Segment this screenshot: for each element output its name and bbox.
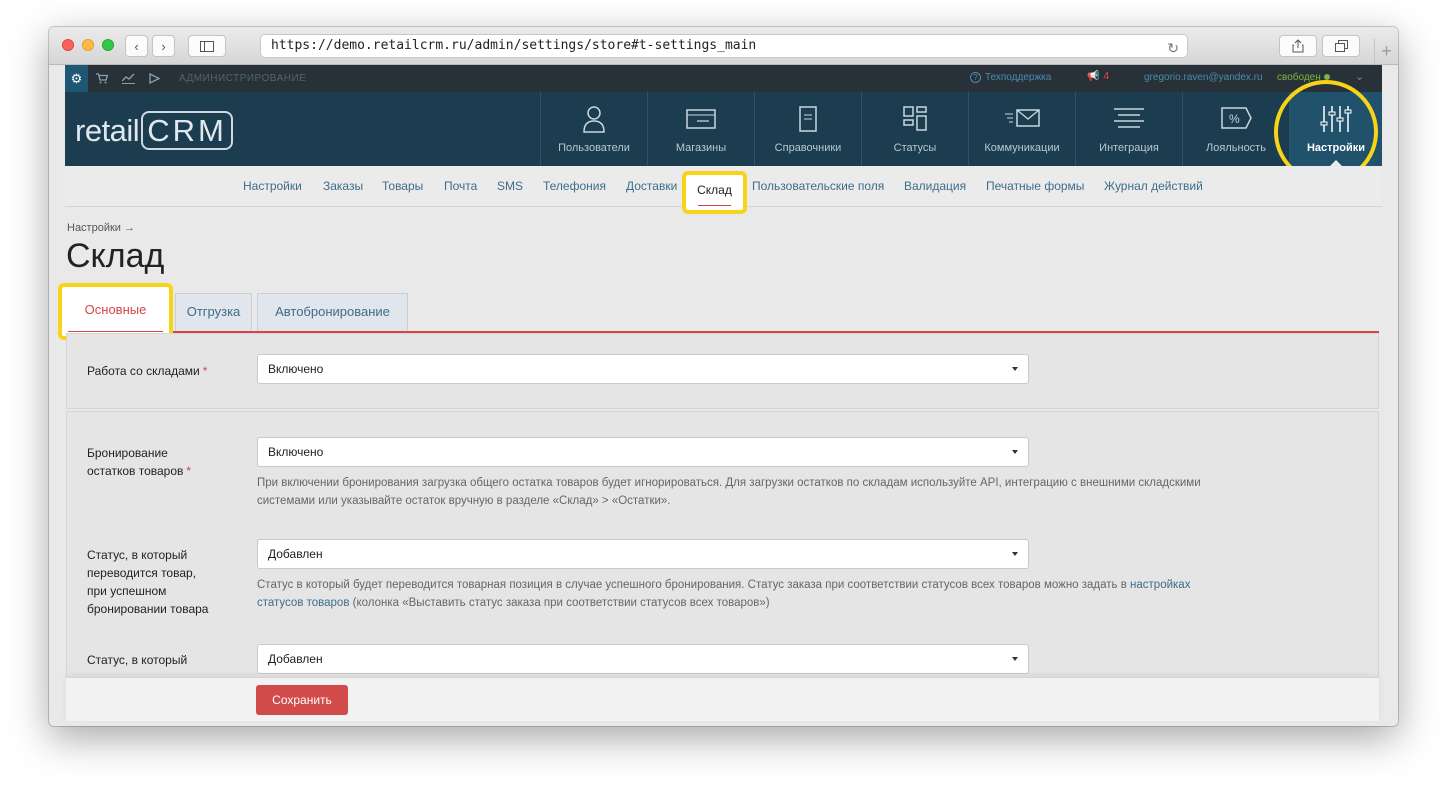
- megaphone-icon: 📢: [1087, 71, 1100, 82]
- browser-window: ‹ › https://demo.retailcrm.ru/admin/sett…: [49, 27, 1398, 726]
- play-icon[interactable]: [142, 65, 166, 92]
- unreserved-status-select[interactable]: Добавлен: [257, 644, 1029, 674]
- nav-references[interactable]: Справочники: [754, 92, 861, 166]
- caret-down-icon: [1012, 367, 1018, 371]
- zoom-window-button[interactable]: [102, 39, 114, 51]
- nav-settings[interactable]: Настройки: [1289, 92, 1382, 166]
- nav-loyalty[interactable]: % Лояльность: [1182, 92, 1289, 166]
- warehouse-work-select[interactable]: Включено: [257, 354, 1029, 384]
- minimize-window-button[interactable]: [82, 39, 94, 51]
- tab-shipment[interactable]: Отгрузка: [175, 293, 252, 331]
- forward-button[interactable]: ›: [152, 35, 175, 57]
- communications-icon: [1005, 109, 1040, 127]
- reserved-status-select[interactable]: Добавлен: [257, 539, 1029, 569]
- reference-icon: [799, 106, 817, 132]
- tab-auto-reservation[interactable]: Автобронирование: [257, 293, 408, 331]
- tab-main-highlight: Основные: [58, 283, 173, 340]
- nav-communications[interactable]: Коммуникации: [968, 92, 1075, 166]
- crm-header: retail CRM Пользователи Магазины Справочн…: [65, 92, 1382, 166]
- subnav-sms[interactable]: SMS: [497, 179, 523, 193]
- subnav-mail[interactable]: Почта: [444, 179, 477, 193]
- integration-icon: [1114, 108, 1144, 128]
- warehouse-work-label: Работа со складами *: [87, 364, 208, 378]
- product-statuses-link[interactable]: статусов товаров: [257, 597, 349, 609]
- chevron-down-icon[interactable]: ⌄: [1355, 70, 1364, 83]
- subnav-telephony[interactable]: Телефония: [543, 179, 606, 193]
- required-asterisk: *: [202, 364, 208, 378]
- nav-users[interactable]: Пользователи: [540, 92, 647, 166]
- retailcrm-logo[interactable]: retail CRM: [75, 111, 233, 150]
- unreserved-status-label: Статус, в который: [87, 653, 188, 667]
- reserved-status-hint: Статус в который будет переводится товар…: [257, 579, 1191, 609]
- chevron-left-icon: ‹: [134, 38, 139, 54]
- tab-main[interactable]: Основные: [68, 295, 163, 332]
- loyalty-icon: %: [1221, 107, 1252, 129]
- subnav-orders[interactable]: Заказы: [323, 179, 363, 193]
- admin-section-label: АДМИНИСТРИРОВАНИЕ: [179, 73, 307, 84]
- caret-down-icon: [1012, 552, 1018, 556]
- sidebar-icon: [200, 40, 214, 52]
- subnav-print-forms[interactable]: Печатные формы: [986, 179, 1084, 193]
- address-bar[interactable]: https://demo.retailcrm.ru/admin/settings…: [260, 34, 1188, 58]
- reserved-status-label: Статус, в который переводится товар, при…: [87, 548, 209, 616]
- close-window-button[interactable]: [62, 39, 74, 51]
- user-icon: [583, 106, 605, 133]
- warehouse-work-panel: Работа со складами * Включено: [66, 333, 1379, 409]
- admin-gear-icon[interactable]: ⚙: [65, 65, 88, 92]
- subnav-validation[interactable]: Валидация: [904, 179, 966, 193]
- svg-text:%: %: [1229, 112, 1240, 126]
- support-link[interactable]: ? Техподдержка: [970, 72, 1051, 83]
- subnav-deliveries[interactable]: Доставки: [626, 179, 677, 193]
- settings-sliders-icon: [1320, 106, 1352, 132]
- save-button[interactable]: Сохранить: [256, 685, 348, 715]
- new-tab-button[interactable]: +: [1374, 39, 1398, 65]
- share-button[interactable]: [1279, 35, 1317, 57]
- status-dot-icon: [1323, 74, 1330, 80]
- tabs-icon: [1334, 40, 1348, 52]
- back-button[interactable]: ‹: [125, 35, 148, 57]
- chevron-right-icon: ›: [161, 38, 166, 54]
- subnav-warehouse[interactable]: Склад: [682, 171, 747, 214]
- nav-stores[interactable]: Магазины: [647, 92, 754, 166]
- user-status[interactable]: свободен: [1277, 72, 1330, 83]
- browser-titlebar: ‹ › https://demo.retailcrm.ru/admin/sett…: [49, 27, 1398, 65]
- cart-icon[interactable]: [90, 65, 114, 92]
- tabs-overview-button[interactable]: [1322, 35, 1360, 57]
- user-email-link[interactable]: gregorio.raven@yandex.ru: [1144, 72, 1263, 83]
- url-text: https://demo.retailcrm.ru/admin/settings…: [271, 38, 757, 53]
- analytics-icon[interactable]: [116, 65, 140, 92]
- nav-integration[interactable]: Интеграция: [1075, 92, 1182, 166]
- save-bar: Сохранить: [66, 677, 1379, 721]
- sidebar-toggle-button[interactable]: [188, 35, 226, 57]
- reservation-hint: При включении бронирования загрузка обще…: [257, 477, 1201, 507]
- help-circle-icon: ?: [970, 72, 981, 83]
- notifications-button[interactable]: 📢 4: [1087, 71, 1109, 82]
- status-settings-link[interactable]: настройках: [1130, 579, 1190, 591]
- reservation-panel: Бронирование остатков товаров * Включено …: [66, 411, 1379, 701]
- store-icon: [686, 109, 716, 129]
- plus-icon: +: [1381, 41, 1392, 61]
- crm-top-strip: ⚙ АДМИНИСТРИРОВАНИЕ ? Техподдержка 📢 4 gre…: [65, 65, 1382, 92]
- share-icon: [1292, 39, 1304, 53]
- subnav-settings[interactable]: Настройки: [243, 179, 302, 193]
- subnav-custom-fields[interactable]: Пользовательские поля: [752, 179, 884, 193]
- subnav-action-log[interactable]: Журнал действий: [1104, 179, 1203, 193]
- statuses-icon: [903, 106, 927, 131]
- nav-statuses[interactable]: Статусы: [861, 92, 968, 166]
- subnav-products[interactable]: Товары: [382, 179, 423, 193]
- caret-down-icon: [1012, 657, 1018, 661]
- reservation-label: Бронирование остатков товаров *: [87, 446, 192, 478]
- breadcrumb[interactable]: Настройки →: [67, 222, 135, 234]
- reload-icon[interactable]: ↻: [1167, 38, 1179, 60]
- caret-down-icon: [1012, 450, 1018, 454]
- required-asterisk: *: [186, 464, 192, 478]
- reservation-select[interactable]: Включено: [257, 437, 1029, 467]
- page-title: Склад: [66, 237, 165, 275]
